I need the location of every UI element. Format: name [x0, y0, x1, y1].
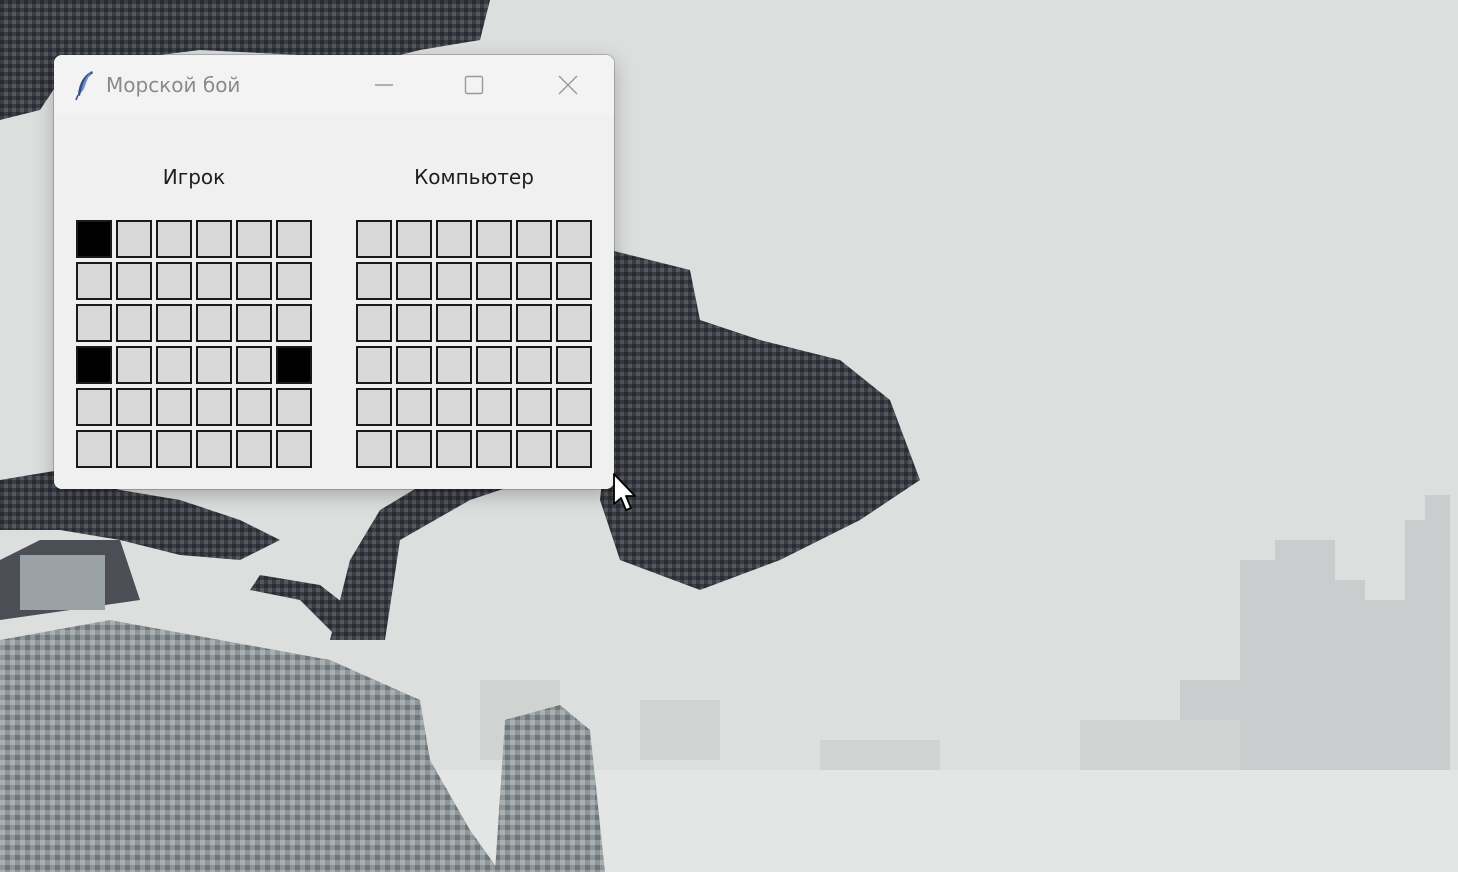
title-bar[interactable]: Морской бой — [54, 55, 614, 115]
computer-cell-1-0[interactable] — [356, 262, 392, 300]
player-cell-5-2[interactable] — [156, 430, 192, 468]
player-cell-3-2[interactable] — [156, 346, 192, 384]
player-cell-0-2[interactable] — [156, 220, 192, 258]
maximize-icon — [464, 75, 484, 95]
player-cell-1-1[interactable] — [116, 262, 152, 300]
player-cell-3-4[interactable] — [236, 346, 272, 384]
computer-cell-2-5[interactable] — [556, 304, 592, 342]
player-cell-5-5[interactable] — [276, 430, 312, 468]
computer-board — [356, 220, 592, 468]
player-cell-1-0[interactable] — [76, 262, 112, 300]
player-cell-0-1[interactable] — [116, 220, 152, 258]
computer-cell-2-0[interactable] — [356, 304, 392, 342]
computer-cell-5-2[interactable] — [436, 430, 472, 468]
feather-icon — [75, 71, 93, 101]
player-cell-1-3[interactable] — [196, 262, 232, 300]
computer-cell-3-2[interactable] — [436, 346, 472, 384]
computer-cell-5-0[interactable] — [356, 430, 392, 468]
computer-cell-2-4[interactable] — [516, 304, 552, 342]
computer-cell-1-4[interactable] — [516, 262, 552, 300]
player-cell-3-3[interactable] — [196, 346, 232, 384]
computer-cell-4-5[interactable] — [556, 388, 592, 426]
player-cell-4-2[interactable] — [156, 388, 192, 426]
computer-cell-5-3[interactable] — [476, 430, 512, 468]
player-board — [76, 220, 312, 468]
computer-cell-0-5[interactable] — [556, 220, 592, 258]
computer-cell-1-2[interactable] — [436, 262, 472, 300]
window-client-area: Игрок Компьютер — [54, 115, 614, 489]
close-icon — [558, 75, 578, 95]
computer-cell-0-1[interactable] — [396, 220, 432, 258]
player-cell-2-4[interactable] — [236, 304, 272, 342]
player-cell-4-1[interactable] — [116, 388, 152, 426]
player-cell-3-1[interactable] — [116, 346, 152, 384]
computer-cell-0-2[interactable] — [436, 220, 472, 258]
computer-cell-4-2[interactable] — [436, 388, 472, 426]
player-cell-5-1[interactable] — [116, 430, 152, 468]
player-cell-2-5[interactable] — [276, 304, 312, 342]
computer-cell-3-5[interactable] — [556, 346, 592, 384]
computer-cell-0-4[interactable] — [516, 220, 552, 258]
minimize-button[interactable] — [338, 55, 430, 115]
battleship-window: Морской бой Игрок Компьютер — [54, 55, 614, 489]
computer-cell-1-1[interactable] — [396, 262, 432, 300]
computer-cell-4-1[interactable] — [396, 388, 432, 426]
player-cell-3-5[interactable] — [276, 346, 312, 384]
player-cell-2-0[interactable] — [76, 304, 112, 342]
player-cell-1-5[interactable] — [276, 262, 312, 300]
player-board-label: Игрок — [162, 165, 226, 189]
player-cell-4-4[interactable] — [236, 388, 272, 426]
computer-cell-3-1[interactable] — [396, 346, 432, 384]
computer-cell-4-0[interactable] — [356, 388, 392, 426]
player-cell-4-0[interactable] — [76, 388, 112, 426]
player-cell-4-3[interactable] — [196, 388, 232, 426]
minimize-icon — [375, 84, 393, 86]
player-cell-3-0[interactable] — [76, 346, 112, 384]
player-cell-5-0[interactable] — [76, 430, 112, 468]
player-cell-0-5[interactable] — [276, 220, 312, 258]
computer-cell-5-1[interactable] — [396, 430, 432, 468]
computer-cell-2-1[interactable] — [396, 304, 432, 342]
maximize-button[interactable] — [428, 55, 520, 115]
player-cell-1-2[interactable] — [156, 262, 192, 300]
computer-cell-0-0[interactable] — [356, 220, 392, 258]
player-cell-0-0[interactable] — [76, 220, 112, 258]
computer-board-label: Компьютер — [414, 165, 534, 189]
computer-cell-5-4[interactable] — [516, 430, 552, 468]
player-cell-2-2[interactable] — [156, 304, 192, 342]
player-cell-5-3[interactable] — [196, 430, 232, 468]
player-cell-0-4[interactable] — [236, 220, 272, 258]
computer-cell-0-3[interactable] — [476, 220, 512, 258]
player-cell-4-5[interactable] — [276, 388, 312, 426]
player-cell-2-1[interactable] — [116, 304, 152, 342]
computer-cell-2-3[interactable] — [476, 304, 512, 342]
computer-cell-2-2[interactable] — [436, 304, 472, 342]
computer-cell-1-3[interactable] — [476, 262, 512, 300]
computer-cell-4-4[interactable] — [516, 388, 552, 426]
player-cell-1-4[interactable] — [236, 262, 272, 300]
computer-cell-3-3[interactable] — [476, 346, 512, 384]
computer-cell-3-4[interactable] — [516, 346, 552, 384]
player-cell-5-4[interactable] — [236, 430, 272, 468]
computer-cell-1-5[interactable] — [556, 262, 592, 300]
window-title: Морской бой — [106, 73, 241, 97]
player-cell-2-3[interactable] — [196, 304, 232, 342]
close-button[interactable] — [522, 55, 614, 115]
mouse-cursor-icon — [613, 473, 636, 511]
computer-cell-4-3[interactable] — [476, 388, 512, 426]
computer-cell-3-0[interactable] — [356, 346, 392, 384]
computer-cell-5-5[interactable] — [556, 430, 592, 468]
player-cell-0-3[interactable] — [196, 220, 232, 258]
